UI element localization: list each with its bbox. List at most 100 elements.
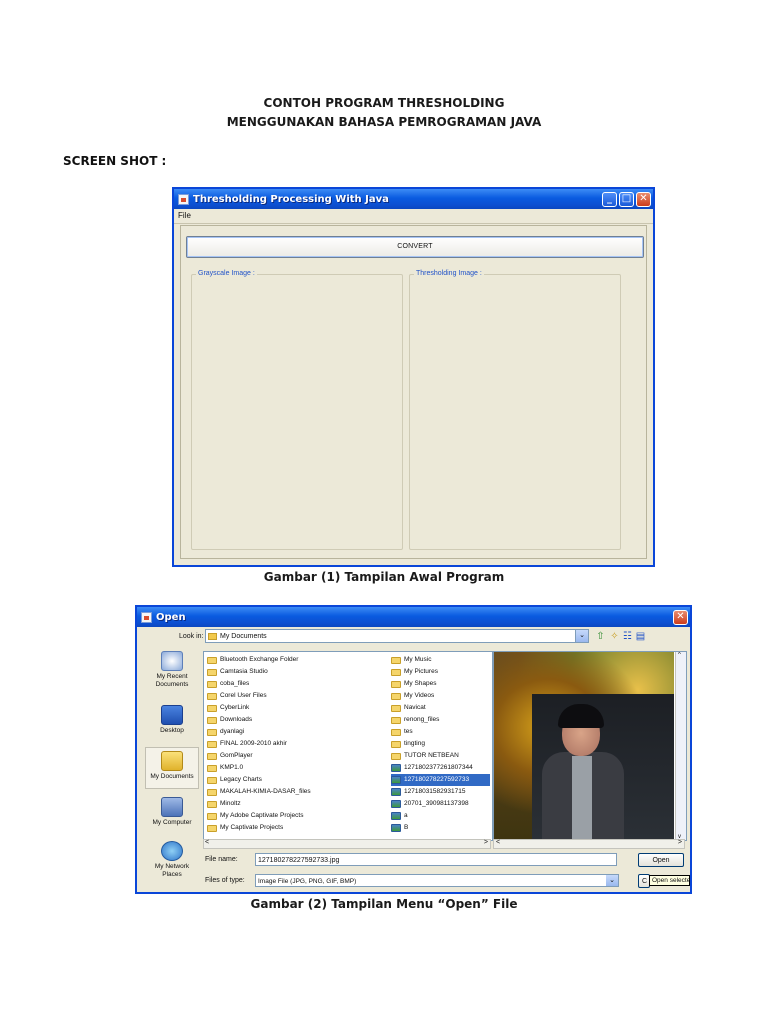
image-preview: ^ v <box>493 651 687 841</box>
look-in-select[interactable]: My Documents ⌄ <box>205 629 589 643</box>
file-list-item[interactable]: KMP1.0 <box>207 762 385 774</box>
place-my-documents[interactable]: My Documents <box>145 747 199 789</box>
file-list-item[interactable]: My Shapes <box>391 678 490 690</box>
scroll-right-icon[interactable]: > <box>484 839 488 846</box>
file-list-item[interactable]: 127180278227592733 <box>391 774 490 786</box>
close-icon[interactable]: ✕ <box>636 191 651 207</box>
folder-icon <box>207 788 217 796</box>
caption-figure-2: Gambar (2) Tampilan Menu “Open” File <box>250 897 518 911</box>
file-list-item[interactable]: Downloads <box>207 714 385 726</box>
file-list-item[interactable]: FINAL 2009-2010 akhir <box>207 738 385 750</box>
image-file-icon <box>391 788 401 796</box>
desktop-icon <box>161 705 183 725</box>
scroll-left-icon[interactable]: < <box>205 839 209 846</box>
maximize-icon[interactable]: □ <box>619 191 634 207</box>
convert-button[interactable]: CONVERT <box>186 236 644 258</box>
file-list-item[interactable]: 20701_390981137398 <box>391 798 490 810</box>
place-my-recent-documents[interactable]: My Recent Documents <box>145 651 199 689</box>
scroll-up-icon[interactable]: ^ <box>678 652 681 658</box>
preview-person-shirt <box>572 756 592 840</box>
file-list-item[interactable]: TUTOR NETBEAN <box>391 750 490 762</box>
file-list-item[interactable]: Minoltz <box>207 798 385 810</box>
file-list-item[interactable]: 12718031582931715 <box>391 786 490 798</box>
folder-icon <box>391 692 401 700</box>
file-list-item-label: MAKALAH-KIMIA-DASAR_files <box>220 788 311 795</box>
chevron-down-icon[interactable]: ⌄ <box>575 630 588 642</box>
folder-icon <box>207 740 217 748</box>
file-list-item[interactable]: coba_files <box>207 678 385 690</box>
folder-icon <box>391 668 401 676</box>
folder-icon <box>207 728 217 736</box>
image-file-icon <box>391 776 401 784</box>
file-list-item[interactable]: Camtasia Studio <box>207 666 385 678</box>
file-list-item[interactable]: My Music <box>391 654 490 666</box>
file-list-item[interactable]: GomPlayer <box>207 750 385 762</box>
file-list-item-label: My Pictures <box>404 668 438 675</box>
network-places-icon <box>161 841 183 861</box>
file-list-item[interactable]: tes <box>391 726 490 738</box>
file-list-item[interactable]: 1271802377261807344 <box>391 762 490 774</box>
place-label: My Computer <box>152 819 192 826</box>
main-panel: CONVERT Grayscale Image : Thresholding I… <box>180 225 647 559</box>
folder-icon <box>207 668 217 676</box>
file-list-item[interactable]: a <box>391 810 490 822</box>
file-list-column-2: My Music My Pictures My Shapes My Videos Nav… <box>391 654 490 834</box>
menu-file[interactable]: File <box>178 211 191 220</box>
file-list-item-label: Downloads <box>220 716 253 723</box>
file-list[interactable]: Bluetooth Exchange Folder Camtasia Studio… <box>203 651 493 841</box>
file-list-item-label: My Videos <box>404 692 435 699</box>
place-desktop[interactable]: Desktop <box>145 705 199 735</box>
file-list-item[interactable]: My Pictures <box>391 666 490 678</box>
chevron-down-icon[interactable]: ⌄ <box>606 875 618 886</box>
file-name-input[interactable]: 127180278227592733.jpg <box>255 853 617 866</box>
file-list-item[interactable]: tingting <box>391 738 490 750</box>
document-title-line2: MENGGUNAKAN BAHASA PEMROGRAMAN JAVA <box>226 115 542 129</box>
list-view-icon[interactable]: ☷ <box>622 631 633 642</box>
file-list-item[interactable]: My Captivate Projects <box>207 822 385 834</box>
dialog-titlebar[interactable]: Open ✕ <box>137 607 690 627</box>
place-my-computer[interactable]: My Computer <box>145 797 199 827</box>
folder-icon <box>391 680 401 688</box>
minimize-icon[interactable]: _ <box>602 191 617 207</box>
file-list-item[interactable]: My Adobe Captivate Projects <box>207 810 385 822</box>
file-list-item-label: Legacy Charts <box>220 776 262 783</box>
file-list-item[interactable]: Legacy Charts <box>207 774 385 786</box>
file-list-item[interactable]: Navicat <box>391 702 490 714</box>
file-list-item[interactable]: dyanlagi <box>207 726 385 738</box>
file-list-item[interactable]: CyberLink <box>207 702 385 714</box>
section-label: SCREEN SHOT : <box>63 154 167 168</box>
file-type-select[interactable]: Image File (JPG, PNG, GIF, BMP) ⌄ <box>255 874 619 887</box>
document-title-line1: CONTOH PROGRAM THRESHOLDING <box>263 96 505 110</box>
file-list-item[interactable]: B <box>391 822 490 834</box>
open-button[interactable]: Open <box>638 853 684 867</box>
file-list-item[interactable]: renong_files <box>391 714 490 726</box>
file-list-item[interactable]: MAKALAH-KIMIA-DASAR_files <box>207 786 385 798</box>
thresholding-panel: Thresholding Image : <box>409 270 621 550</box>
new-folder-icon[interactable]: ✧ <box>609 631 620 642</box>
folder-icon <box>207 812 217 820</box>
file-list-item-label: 127180278227592733 <box>404 776 470 783</box>
scroll-left-icon[interactable]: < <box>496 839 500 846</box>
file-list-item-label: B <box>404 824 409 831</box>
preview-horizontal-scrollbar[interactable]: < > <box>493 839 685 849</box>
preview-vertical-scrollbar[interactable]: ^ v <box>675 652 686 840</box>
file-list-item[interactable]: Bluetooth Exchange Folder <box>207 654 385 666</box>
up-folder-icon[interactable]: ⇧ <box>595 631 606 642</box>
folder-icon <box>207 680 217 688</box>
details-view-icon[interactable]: ▤ <box>635 631 646 642</box>
file-list-horizontal-scrollbar[interactable]: < > <box>203 839 491 849</box>
file-list-item-label: Corel User Files <box>220 692 267 699</box>
file-list-item-label: renong_files <box>404 716 440 723</box>
open-tooltip: Open selected <box>649 875 690 886</box>
place-my-network-places[interactable]: My Network Places <box>145 841 199 879</box>
folder-icon <box>207 752 217 760</box>
close-icon[interactable]: ✕ <box>673 609 688 625</box>
file-list-item[interactable]: Corel User Files <box>207 690 385 702</box>
window-titlebar[interactable]: Thresholding Processing With Java _ □ ✕ <box>174 189 653 209</box>
scroll-right-icon[interactable]: > <box>678 839 682 846</box>
java-app-icon <box>141 611 152 623</box>
place-label: My Network Places <box>154 863 190 878</box>
file-name-label: File name: <box>205 856 238 863</box>
file-list-item[interactable]: My Videos <box>391 690 490 702</box>
folder-icon <box>391 728 401 736</box>
